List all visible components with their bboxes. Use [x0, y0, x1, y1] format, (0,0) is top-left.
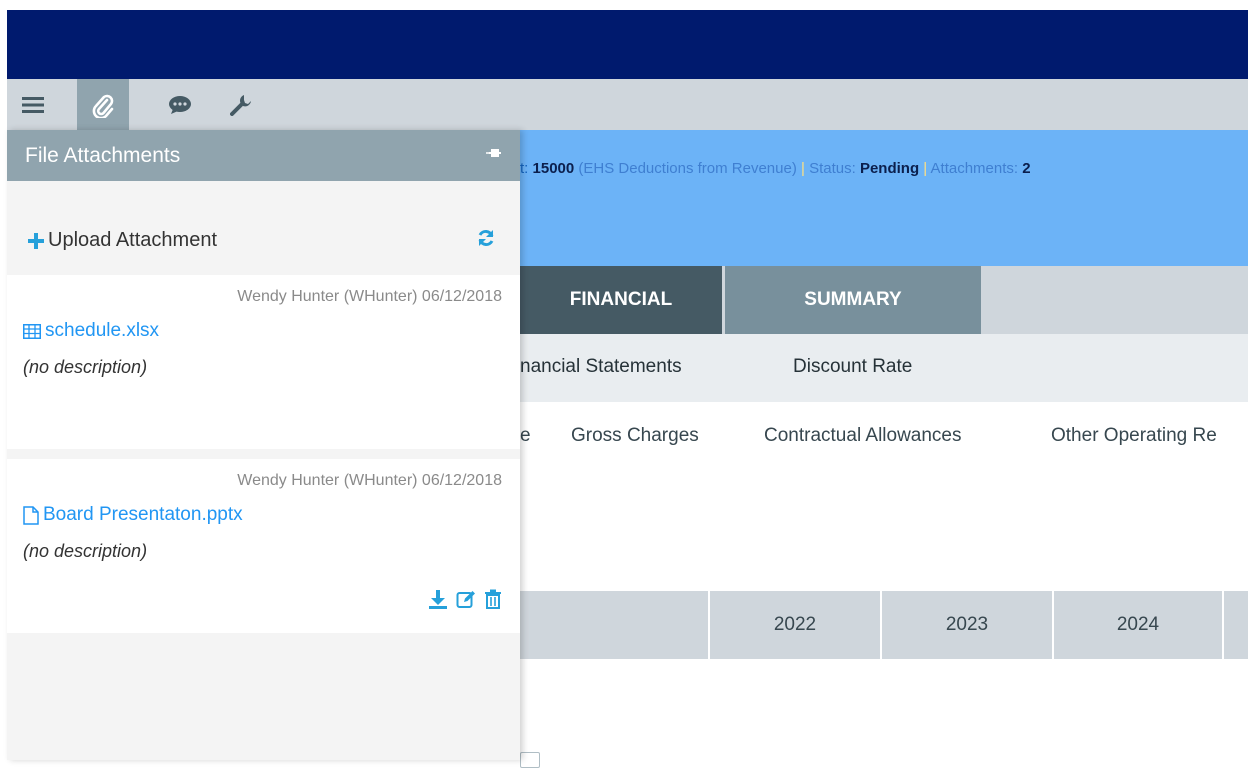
column-header-other-operating[interactable]: Other Operating Re	[1051, 425, 1217, 447]
menu-button[interactable]	[7, 79, 59, 130]
year-label: 2024	[1116, 614, 1160, 635]
tab-label: SUMMARY	[804, 289, 902, 310]
tab-summary[interactable]: SUMMARY	[725, 266, 981, 334]
attachment-meta: Wendy Hunter (WHunter) 06/12/2018	[237, 472, 502, 489]
grid-header-cell	[520, 591, 710, 659]
tab-financial[interactable]: FINANCIAL	[520, 266, 722, 334]
upload-row: Upload Attachment	[7, 181, 520, 275]
column-header[interactable]: e	[520, 425, 531, 447]
attachment-item: Wendy Hunter (WHunter) 06/12/2018 schedu…	[7, 275, 520, 449]
main-tabs: FINANCIAL SUMMARY	[520, 266, 1248, 334]
year-header-2024: 2024	[1054, 591, 1224, 659]
wrench-icon	[230, 94, 251, 116]
input-box-partial[interactable]	[520, 752, 540, 768]
attachment-name: schedule.xlsx	[45, 320, 160, 341]
info-prefix: t:	[520, 160, 533, 177]
subtab-discount-rate[interactable]: Discount Rate	[793, 356, 912, 378]
attachment-item: Wendy Hunter (WHunter) 06/12/2018 Board …	[7, 459, 520, 633]
comments-button[interactable]	[154, 79, 206, 130]
record-info-text: t: 15000 (EHS Deductions from Revenue) |…	[520, 160, 1031, 177]
attachment-description: (no description)	[23, 541, 148, 561]
panel-header: File Attachments	[7, 130, 520, 181]
column-header-contractual-allowances[interactable]: Contractual Allowances	[764, 425, 962, 447]
sub-tabs: nancial Statements Discount Rate	[520, 334, 1248, 402]
file-attachments-panel: File Attachments Upload Attachment Wendy…	[7, 130, 520, 760]
paperclip-icon	[92, 94, 114, 118]
chat-icon	[169, 95, 191, 114]
status-value: Pending	[859, 160, 920, 177]
tab-label: FINANCIAL	[569, 289, 673, 310]
column-header-gross-charges[interactable]: Gross Charges	[571, 425, 699, 447]
attachment-description: (no description)	[23, 357, 148, 377]
menu-icon	[22, 96, 44, 113]
subtab-financial-statements[interactable]: nancial Statements	[520, 356, 682, 378]
account-description: (EHS Deductions from Revenue)	[578, 160, 797, 177]
side-toolbar	[7, 79, 1248, 130]
record-info-bar	[520, 130, 1248, 266]
year-header-2023: 2023	[882, 591, 1054, 659]
attachments-label: Attachments:	[930, 160, 1023, 177]
separator: |	[919, 160, 931, 177]
plus-icon	[28, 232, 44, 249]
year-label: 2022	[773, 614, 817, 635]
attachment-link-board-presentation[interactable]: Board Presentaton.pptx	[23, 504, 243, 526]
attachment-meta: Wendy Hunter (WHunter) 06/12/2018	[237, 288, 502, 305]
pin-icon[interactable]	[486, 146, 502, 162]
download-icon[interactable]	[428, 589, 448, 609]
attachment-link-schedule[interactable]: schedule.xlsx	[23, 320, 159, 342]
attachments-count: 2	[1022, 160, 1031, 177]
upload-attachment-button[interactable]: Upload Attachment	[27, 229, 217, 252]
year-label: 2023	[945, 614, 989, 635]
year-header-2022: 2022	[710, 591, 882, 659]
trash-icon[interactable]	[484, 589, 502, 609]
year-grid-header: 2022 2023 2024	[520, 591, 1248, 659]
account-number: 15000	[532, 160, 575, 177]
refresh-icon[interactable]	[476, 228, 496, 248]
separator: |	[796, 160, 810, 177]
spreadsheet-icon	[23, 323, 41, 339]
document-icon	[23, 505, 39, 525]
attachments-button[interactable]	[77, 79, 129, 130]
attachment-actions	[428, 589, 502, 609]
tools-button[interactable]	[215, 79, 267, 130]
upload-label: Upload Attachment	[48, 229, 217, 251]
app-header-bar	[7, 10, 1248, 79]
panel-title: File Attachments	[25, 144, 181, 167]
edit-icon[interactable]	[456, 589, 476, 609]
status-label: Status:	[809, 160, 860, 177]
attachment-name: Board Presentaton.pptx	[43, 504, 243, 525]
